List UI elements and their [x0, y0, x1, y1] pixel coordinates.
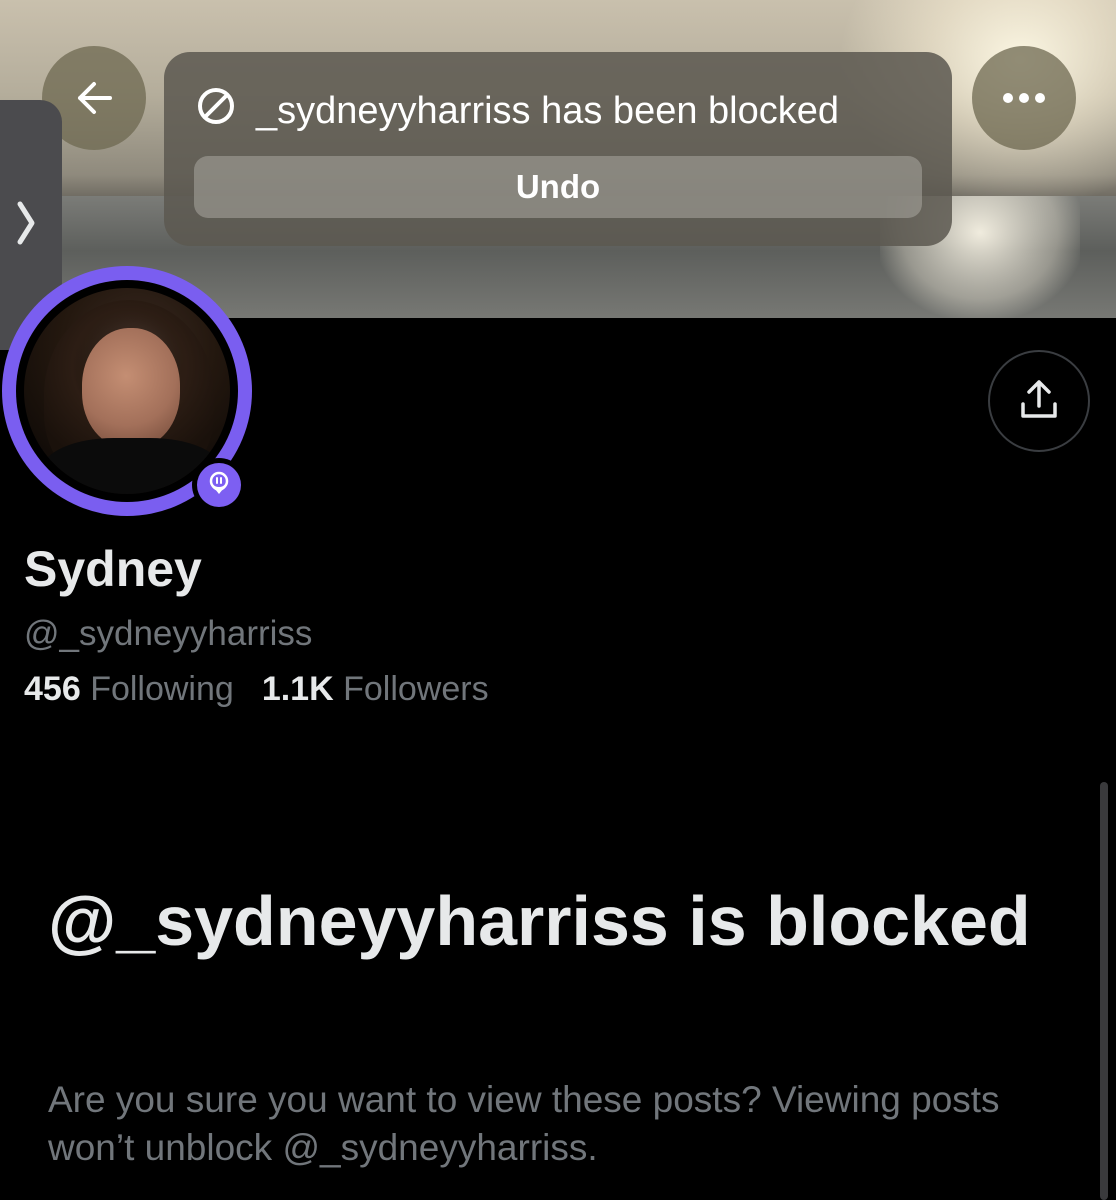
- undo-button[interactable]: Undo: [194, 156, 922, 218]
- profile-stats: 456 Following 1.1K Followers: [24, 670, 489, 709]
- followers-count: 1.1K: [261, 670, 334, 708]
- scrollbar[interactable]: [1100, 782, 1108, 1200]
- blocked-title: @_sydneyyharriss is blocked: [48, 882, 1031, 960]
- display-name: Sydney: [24, 541, 202, 597]
- following-count: 456: [24, 670, 81, 708]
- followers-label: Followers: [343, 670, 489, 708]
- share-icon: [1018, 378, 1060, 425]
- profile-handle: @_sydneyyharriss: [24, 614, 313, 653]
- microphone-icon: [206, 470, 232, 501]
- toast-message-row: _sydneyyharriss has been blocked: [196, 84, 839, 138]
- blocked-toast: _sydneyyharriss has been blocked Undo: [164, 52, 952, 246]
- followers-link[interactable]: 1.1K Followers: [262, 670, 489, 709]
- arrow-left-icon: [74, 80, 114, 116]
- more-options-button[interactable]: [972, 46, 1076, 150]
- blocked-description: Are you sure you want to view these post…: [48, 1079, 1000, 1168]
- chevron-right-icon: [14, 198, 38, 253]
- share-profile-button[interactable]: [988, 350, 1090, 452]
- avatar-photo: [24, 288, 230, 494]
- following-label: Following: [90, 670, 234, 708]
- spaces-live-badge[interactable]: [192, 458, 246, 512]
- more-horizontal-icon: [1002, 92, 1046, 104]
- toast-message: _sydneyyharriss has been blocked: [256, 89, 840, 132]
- following-link[interactable]: 456 Following: [24, 670, 234, 709]
- blocked-icon: [196, 86, 236, 136]
